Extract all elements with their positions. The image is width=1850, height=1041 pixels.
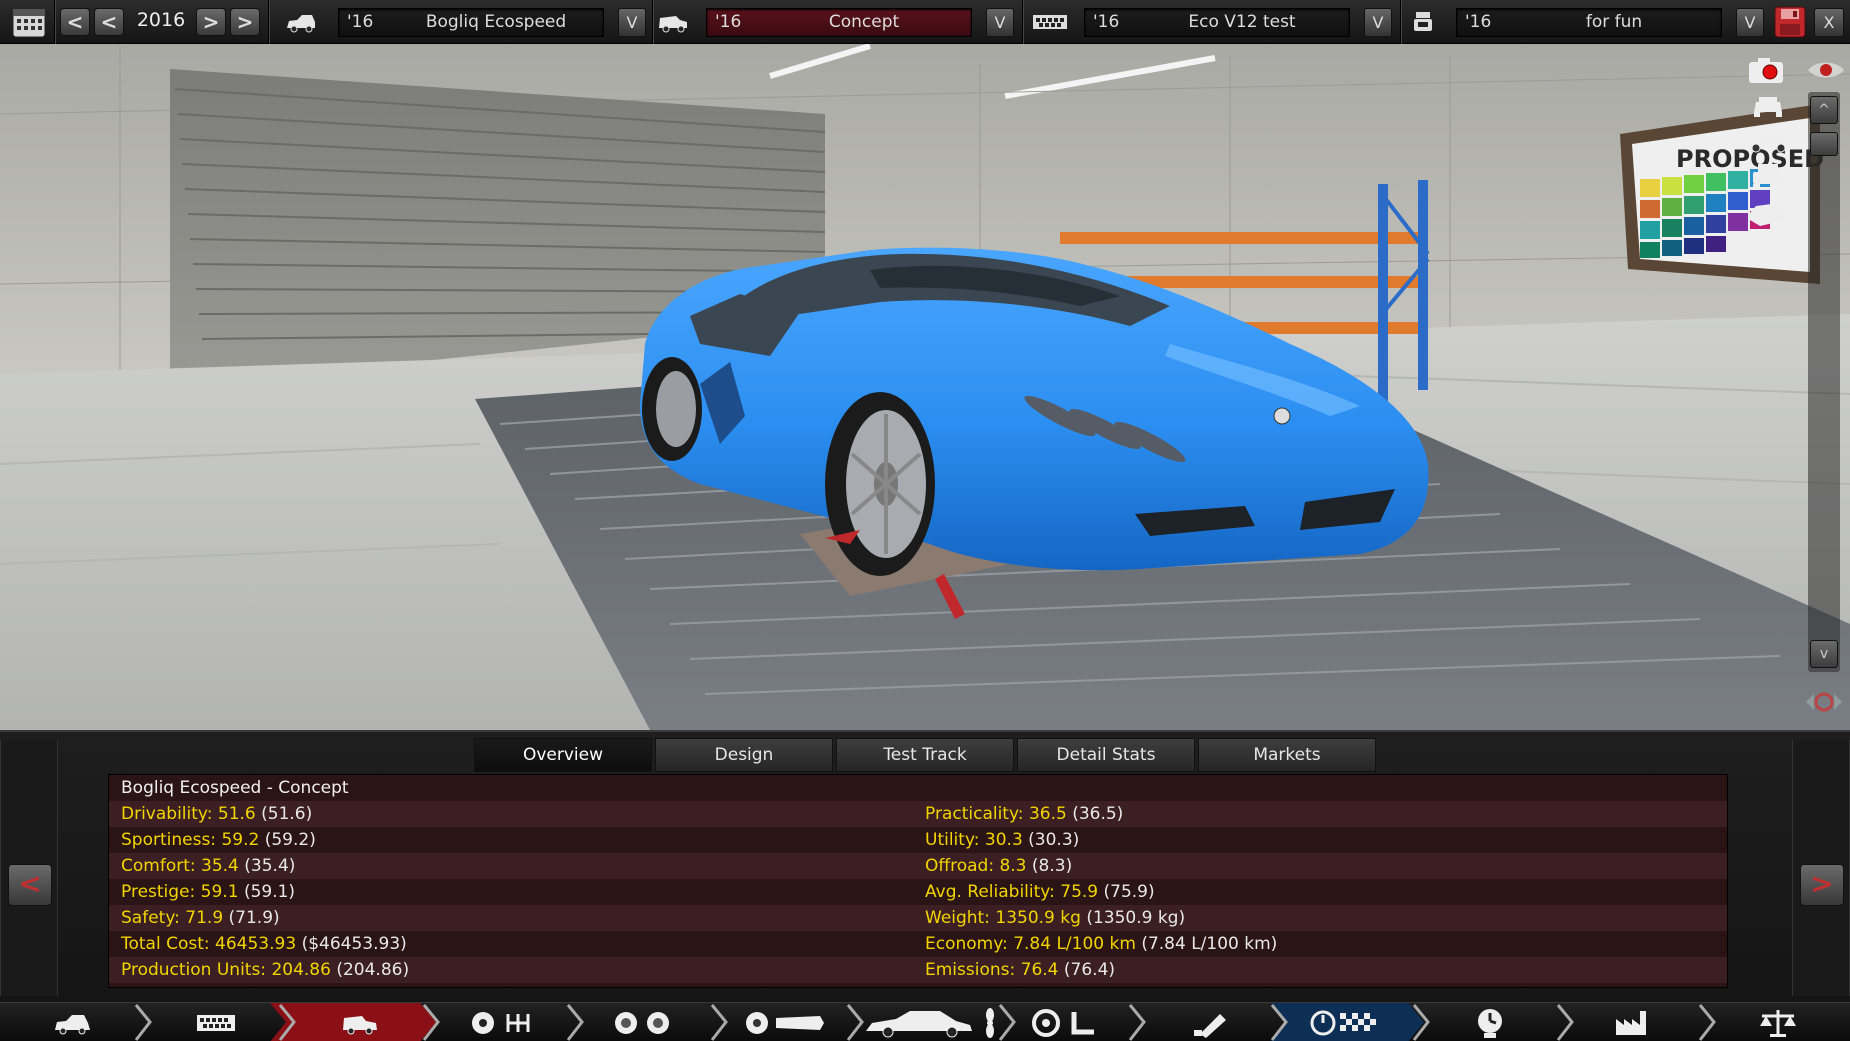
model-select[interactable]: '16 Bogliq Ecospeed [338,8,604,37]
scroll-thumb[interactable] [1810,132,1838,156]
timeline-icon[interactable] [1474,1007,1506,1039]
car-3d-viewport[interactable]: PROPOSED ^ v [0,44,1850,730]
next-page-button[interactable]: > [1800,864,1844,906]
stat-utility: Utility: 30.3 (30.3) [925,830,1080,850]
close-button[interactable]: X [1814,8,1844,37]
tune-icon[interactable] [1310,1010,1384,1036]
reset-view-icon[interactable] [1802,684,1846,720]
trim-nav-icon[interactable] [340,1010,380,1036]
year-display: 2016 [136,9,186,31]
stat-total-cost: Total Cost: 46453.93 ($46453.93) [121,934,407,954]
factory-icon[interactable] [1614,1009,1654,1037]
eye-icon[interactable] [1806,58,1846,82]
stat-prestige: Prestige: 59.1 (59.1) [121,882,296,902]
view-rear-icon[interactable] [1750,162,1786,190]
scroll-down-button[interactable]: v [1810,640,1838,668]
engine-select[interactable]: '16 Eco V12 test [1084,8,1350,37]
stat-sportiness: Sportiness: 59.2 (59.2) [121,830,316,850]
fuel-icon[interactable] [1190,1008,1230,1038]
garage-scene: PROPOSED [0,44,1850,730]
wheels-icon[interactable] [612,1010,678,1036]
year-prev-fast-button[interactable]: < [60,8,90,36]
view-side-icon[interactable] [1744,130,1792,154]
body-icon[interactable] [860,1007,1000,1039]
save-icon[interactable] [1774,6,1806,38]
stat-production-units: Production Units: 204.86 (204.86) [121,960,410,980]
stat-economy: Economy: 7.84 L/100 km (7.84 L/100 km) [925,934,1278,954]
tab-markets[interactable]: Markets [1198,738,1376,772]
variant-cylinder-icon [1406,10,1440,34]
stat-drivability: Drivability: 51.6 (51.6) [121,804,313,824]
trim-dropdown-button[interactable]: V [986,8,1014,37]
model-car-icon [284,10,318,34]
model-icon[interactable] [52,1010,92,1036]
year-next-button[interactable]: > [196,8,226,36]
variant-select[interactable]: '16 for fun [1456,8,1722,37]
model-dropdown-button[interactable]: V [618,8,646,37]
stat-safety: Safety: 71.9 (71.9) [121,908,280,928]
tab-detail-stats[interactable]: Detail Stats [1017,738,1195,772]
engine-dropdown-button[interactable]: V [1364,8,1392,37]
chassis-icon[interactable] [744,1010,826,1036]
top-toolbar: < < 2016 > > '16 Bogliq Ecospeed V '16 Con… [0,0,1850,44]
stats-panel: < > Overview Design Test Track Detail St… [0,730,1850,1002]
tab-design[interactable]: Design [655,738,833,772]
stat-emissions: Emissions: 76.4 (76.4) [925,960,1116,980]
designer-nav-bar [0,1002,1850,1041]
view-front-icon[interactable] [1750,92,1786,118]
year-prev-button[interactable]: < [94,8,124,36]
stat-offroad: Offroad: 8.3 (8.3) [925,856,1073,876]
camera-record-icon[interactable] [1748,58,1784,84]
scroll-up-button[interactable]: ^ [1810,96,1838,124]
variant-dropdown-button[interactable]: V [1736,8,1764,37]
view-scrollbar[interactable]: ^ v [1808,92,1840,672]
calendar-icon[interactable] [12,6,46,38]
overview-stats: Bogliq Ecospeed - Concept Drivability: 5… [108,774,1728,988]
prev-page-button[interactable]: < [8,864,52,906]
tab-test-track[interactable]: Test Track [836,738,1014,772]
trim-select[interactable]: '16 Concept [706,8,972,37]
stat-avg-reliability: Avg. Reliability: 75.9 (75.9) [925,882,1155,902]
tab-overview[interactable]: Overview [474,738,652,772]
stat-practicality: Practicality: 36.5 (36.5) [925,804,1124,824]
stat-comfort: Comfort: 35.4 (35.4) [121,856,296,876]
trim-car-icon [656,10,690,34]
car-title: Bogliq Ecospeed - Concept [121,778,349,798]
engine-nav-icon[interactable] [196,1012,236,1034]
gearbox-icon[interactable] [470,1010,540,1036]
balance-icon[interactable] [1758,1008,1798,1038]
year-next-fast-button[interactable]: > [230,8,260,36]
view-perspective-icon[interactable] [1746,200,1790,228]
stat-weight: Weight: 1350.9 kg (1350.9 kg) [925,908,1186,928]
engine-icon [1032,10,1067,34]
steering-icon[interactable] [1030,1008,1100,1038]
